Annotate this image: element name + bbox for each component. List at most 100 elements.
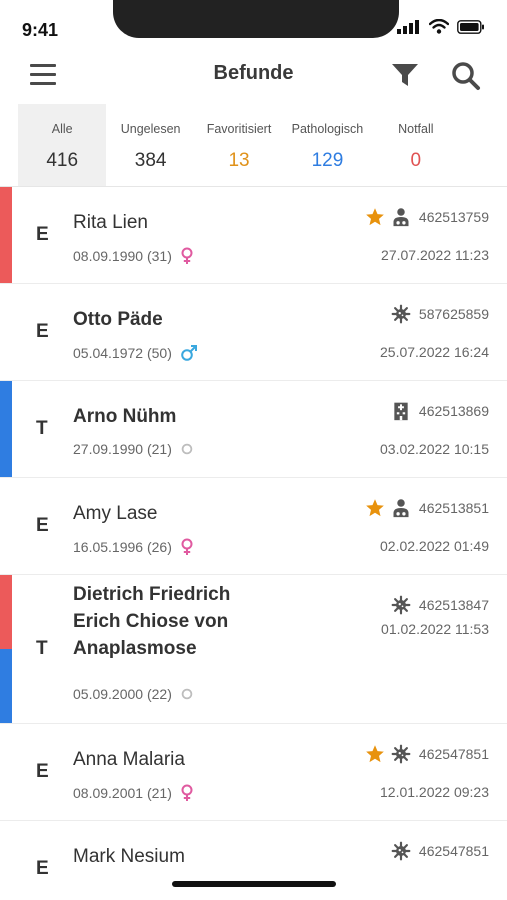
- tab-count: 129: [311, 150, 344, 171]
- patient-birthdate: 05.04.1972 (50): [73, 344, 198, 362]
- befund-id: 462513851: [418, 500, 489, 516]
- birthdate-text: 05.04.1972 (50): [73, 345, 172, 361]
- befund-meta: 462513869: [391, 401, 489, 421]
- tab-ungelesen[interactable]: Ungelesen 384: [106, 104, 194, 186]
- tab-count: 416: [46, 150, 79, 171]
- filter-tabs: Alle 416 Ungelesen 384 Favoritisiert 13 Pathol…: [18, 104, 460, 186]
- befunde-list: E Rita Lien 08.09.1990 (31) 462513759 27.07.…: [0, 187, 507, 900]
- befund-meta: 462547851: [391, 841, 489, 861]
- status-bar-blue: [0, 649, 12, 723]
- patient-name: Otto Päde: [73, 309, 163, 330]
- device-notch: [113, 0, 399, 38]
- status-bar-red: [0, 575, 12, 649]
- unknown-gender-icon: [180, 687, 194, 701]
- patient-name: Anna Malaria: [73, 749, 185, 770]
- list-item[interactable]: E Anna Malaria 08.09.2001 (21) 462547851 12.…: [0, 724, 507, 821]
- status-icons: [397, 19, 485, 34]
- patient-name: Amy Lase: [73, 503, 158, 524]
- befund-date: 03.02.2022 10:15: [380, 441, 489, 457]
- unknown-gender-icon: [180, 442, 194, 456]
- birthdate-text: 08.09.2001 (21): [73, 785, 172, 801]
- patient-birthdate: 08.09.1990 (31): [73, 247, 194, 265]
- befund-date: 12.01.2022 09:23: [380, 784, 489, 800]
- status-bar: 9:41: [0, 0, 507, 48]
- list-item[interactable]: E Rita Lien 08.09.1990 (31) 462513759 27.07.…: [0, 187, 507, 284]
- tab-pathologisch[interactable]: Pathologisch 129: [283, 104, 371, 186]
- birthdate-text: 16.05.1996 (26): [73, 539, 172, 555]
- status-time: 9:41: [22, 20, 59, 40]
- app-header: Befunde: [0, 50, 507, 100]
- tab-favoritisiert[interactable]: Favoritisiert 13: [195, 104, 283, 186]
- befund-type: E: [36, 761, 49, 782]
- status-bar-blue: [0, 381, 12, 477]
- patient-name: Arno Nühm: [73, 406, 177, 427]
- signal-icon: [397, 19, 419, 34]
- tab-label: Favoritisiert: [206, 122, 272, 136]
- befund-meta: 462513759: [365, 207, 489, 227]
- befund-type: T: [36, 638, 48, 659]
- virus-icon: [391, 744, 411, 764]
- tab-label: Ungelesen: [120, 122, 181, 136]
- tab-count: 0: [410, 150, 422, 171]
- virus-icon: [391, 595, 411, 615]
- birthdate-text: 05.09.2000 (22): [73, 686, 172, 702]
- star-icon: [365, 207, 385, 227]
- befund-id: 462547851: [418, 843, 489, 859]
- hospital-icon: [391, 401, 411, 421]
- tab-label: Pathologisch: [291, 122, 364, 136]
- patient-name: Rita Lien: [73, 212, 148, 233]
- filter-icon[interactable]: [390, 60, 420, 90]
- befund-meta: 462513851: [365, 498, 489, 518]
- list-item[interactable]: T Arno Nühm 27.09.1990 (21) 462513869 03.02.…: [0, 381, 507, 478]
- home-indicator[interactable]: [172, 881, 336, 887]
- status-bar-red: [0, 187, 12, 283]
- befund-id: 462513759: [418, 209, 489, 225]
- befund-id: 462513869: [418, 403, 489, 419]
- patient-birthdate: 27.09.1990 (21): [73, 441, 194, 457]
- female-icon: [180, 784, 194, 802]
- patient-name: Mark Nesium: [73, 846, 185, 867]
- tab-label: Alle: [51, 122, 73, 136]
- battery-icon: [457, 19, 484, 34]
- befund-date: 01.02.2022 11:53: [381, 621, 489, 637]
- search-icon[interactable]: [450, 60, 482, 92]
- befund-type: E: [36, 224, 49, 245]
- wifi-icon: [429, 19, 449, 34]
- virus-icon: [391, 304, 411, 324]
- star-icon: [365, 498, 385, 518]
- list-item[interactable]: E Amy Lase 16.05.1996 (26) 462513851 02.02.2…: [0, 478, 507, 575]
- tab-alle[interactable]: Alle 416: [18, 104, 107, 186]
- list-item[interactable]: E Mark Nesium 462547851: [0, 821, 507, 900]
- tab-notfall[interactable]: Notfall 0: [372, 104, 460, 186]
- befund-meta: 587625859: [391, 304, 489, 324]
- star-icon: [365, 744, 385, 764]
- befund-date: 25.07.2022 16:24: [380, 344, 489, 360]
- tab-count: 13: [228, 150, 250, 171]
- befund-type: E: [36, 858, 49, 879]
- befund-id: 462547851: [418, 746, 489, 762]
- befund-meta: 462513847: [391, 595, 489, 615]
- patient-birthdate: 16.05.1996 (26): [73, 538, 194, 556]
- patient-name: Dietrich Friedrich Erich Chiose von Anap…: [73, 584, 231, 659]
- tab-label: Notfall: [398, 122, 434, 136]
- list-item[interactable]: T Dietrich Friedrich Erich Chiose von Ana…: [0, 575, 507, 724]
- patient-birthdate: 05.09.2000 (22): [73, 686, 194, 702]
- birthdate-text: 27.09.1990 (21): [73, 441, 172, 457]
- befund-date: 27.07.2022 11:23: [381, 247, 489, 263]
- befund-type: E: [36, 321, 49, 342]
- patient-birthdate: 08.09.2001 (21): [73, 784, 194, 802]
- page-title: Befunde: [213, 62, 294, 84]
- doctor-icon: [391, 207, 411, 227]
- doctor-icon: [391, 498, 411, 518]
- birthdate-text: 08.09.1990 (31): [73, 248, 172, 264]
- befund-id: 587625859: [418, 306, 489, 322]
- befund-meta: 462547851: [365, 744, 489, 764]
- befund-type: T: [36, 418, 48, 439]
- female-icon: [180, 538, 194, 556]
- female-icon: [180, 247, 194, 265]
- befund-type: E: [36, 515, 49, 536]
- befund-date: 02.02.2022 01:49: [380, 538, 489, 554]
- tab-count: 384: [134, 150, 167, 171]
- befund-id: 462513847: [418, 597, 489, 613]
- list-item[interactable]: E Otto Päde 05.04.1972 (50) 587625859 25.07.…: [0, 284, 507, 381]
